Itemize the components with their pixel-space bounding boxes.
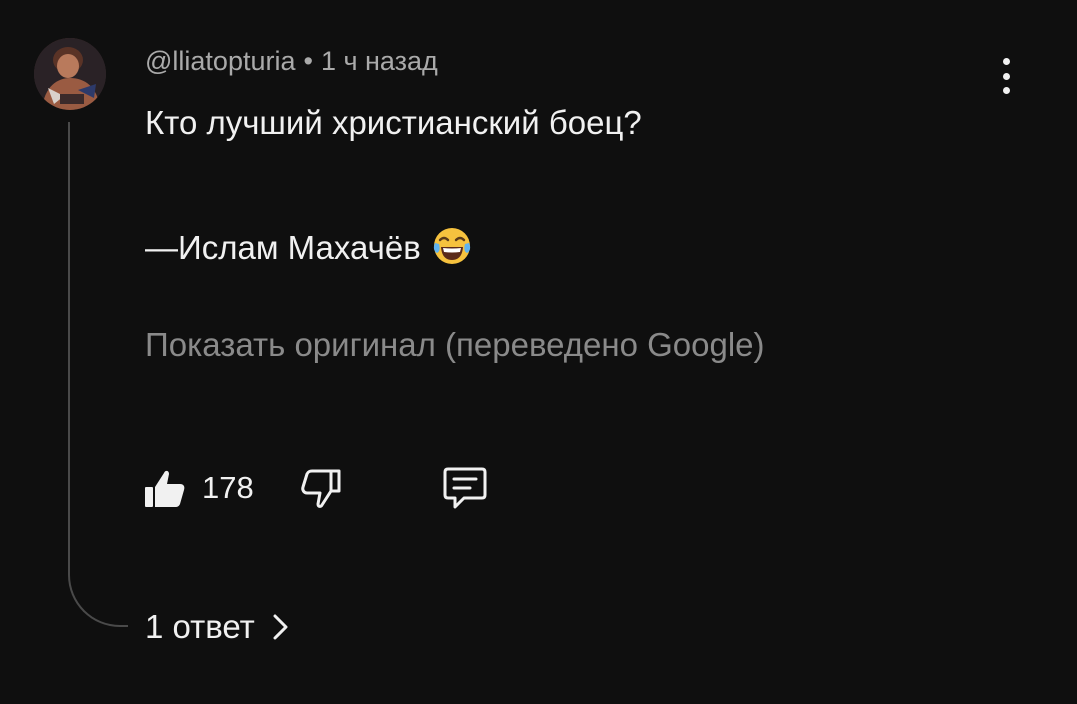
replies-toggle[interactable]: 1 ответ xyxy=(145,608,291,646)
more-vertical-icon[interactable] xyxy=(988,52,1024,100)
comment-time: 1 ч назад xyxy=(320,46,438,76)
author-handle[interactable]: @lliatopturia xyxy=(145,46,295,76)
avatar-image xyxy=(34,38,106,110)
comment-card: @lliatopturia • 1 ч назад Кто лучший христ… xyxy=(0,0,1077,704)
comment-meta: @lliatopturia • 1 ч назад xyxy=(145,46,438,77)
thread-line xyxy=(68,122,128,627)
tears-of-joy-emoji-icon xyxy=(433,228,470,264)
avatar[interactable] xyxy=(34,38,106,110)
like-button[interactable]: 178 xyxy=(142,460,254,516)
meta-separator: • xyxy=(303,46,313,76)
thumb-up-icon xyxy=(145,470,185,507)
show-original-link[interactable]: Показать оригинал (переведено Google) xyxy=(145,326,765,364)
reply-button[interactable] xyxy=(440,460,490,516)
thumb-down-icon xyxy=(300,469,341,508)
comment-actions: 178 xyxy=(142,460,490,516)
like-count: 178 xyxy=(202,470,254,505)
comment-icon xyxy=(443,467,487,509)
comment-text-line-2-text: —Ислам Махачёв xyxy=(145,229,421,266)
comment-text-line-2: —Ислам Махачёв xyxy=(145,225,473,267)
comment-text-line-1: Кто лучший христианский боец? xyxy=(145,104,642,141)
dislike-button[interactable] xyxy=(298,460,344,516)
chevron-right-icon xyxy=(273,614,288,640)
replies-label: 1 ответ xyxy=(145,608,255,645)
